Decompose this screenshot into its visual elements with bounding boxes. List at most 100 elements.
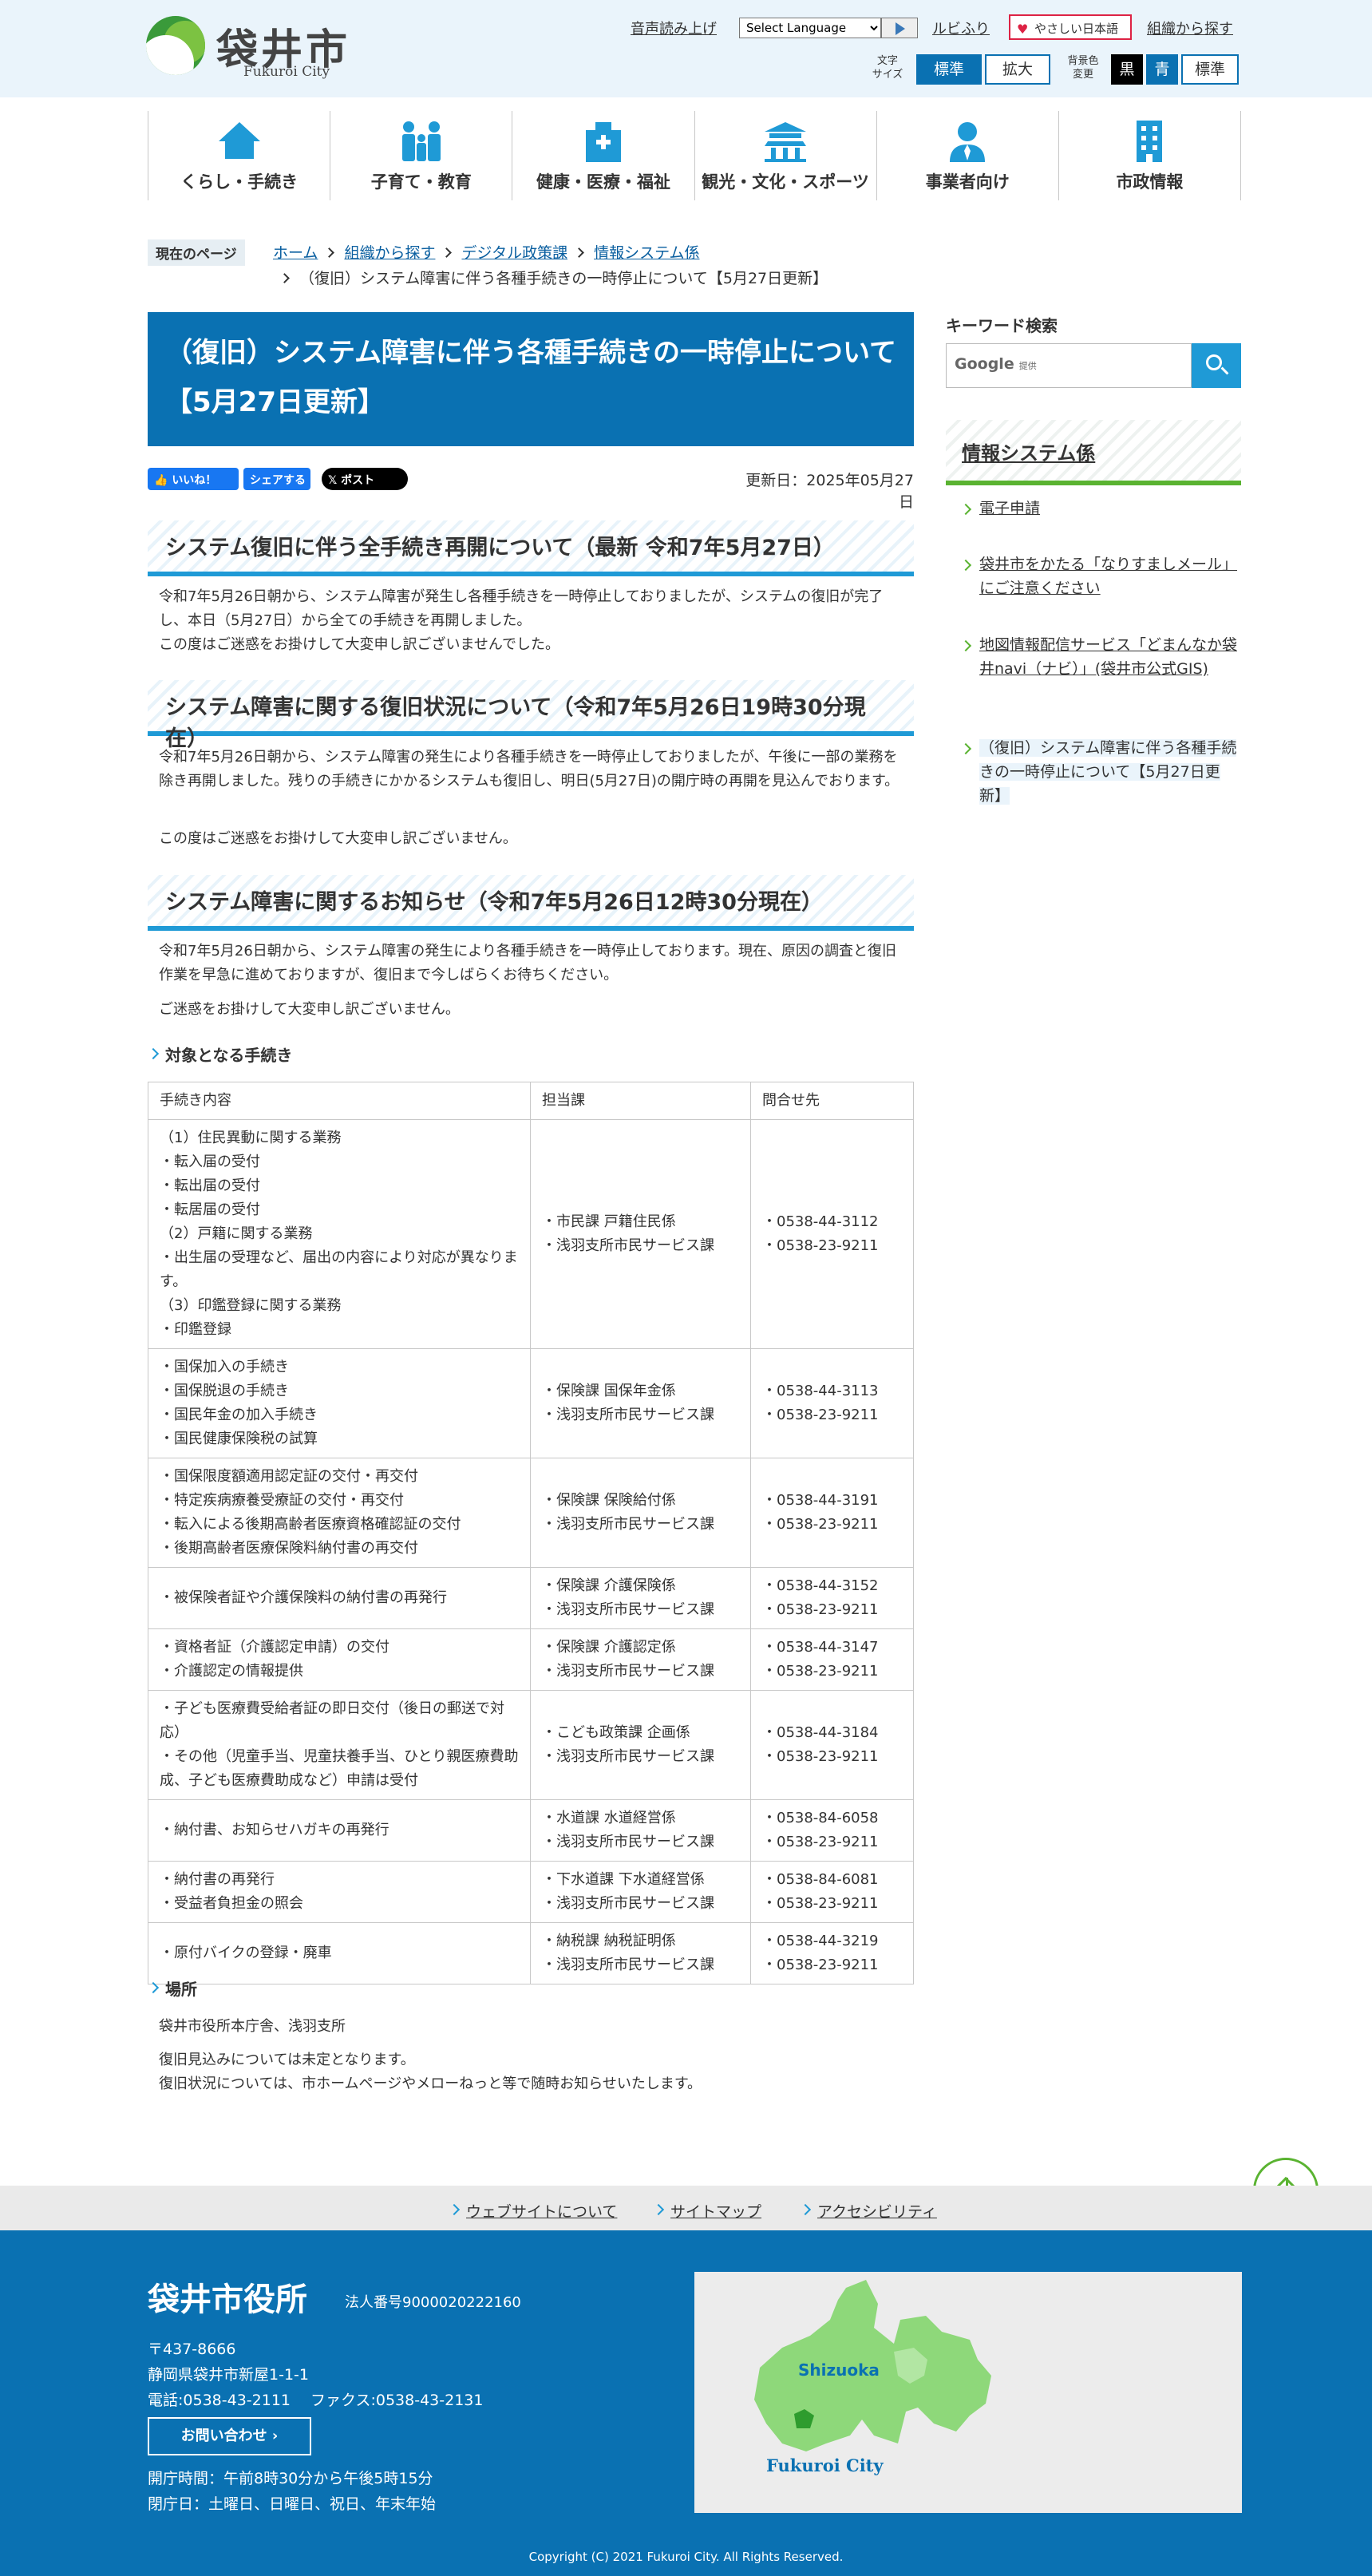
map-city-label: Fukuroi City	[766, 2455, 884, 2475]
ruby-link[interactable]: ルビふり	[932, 18, 990, 38]
breadcrumb-dept[interactable]: デジタル政策課	[461, 244, 567, 262]
table-row: ・国保加入の手続き ・国保脱退の手続き ・国民年金の加入手続き ・国民健康保険税…	[148, 1348, 914, 1458]
nav-item-tourism[interactable]: 観光・文化・スポーツ	[694, 111, 876, 200]
postal-code: 〒437-8666	[148, 2341, 236, 2358]
section-paragraph: 令和7年5月26日朝から、システム障害が発生し各種手続きを一時停止しておりました…	[159, 588, 884, 653]
font-standard-button[interactable]: 標準	[916, 54, 982, 85]
footer-office-name: 袋井市役所	[148, 2281, 307, 2318]
column-header: 問合せ先	[750, 1082, 914, 1120]
businessperson-icon	[950, 122, 986, 162]
section-paragraph: ご迷惑をお掛けして大変申し訳ございません。	[159, 1001, 460, 1018]
language-select[interactable]: Select Language	[739, 18, 881, 38]
location-map: Shizuoka Fukuroi City	[694, 2272, 1242, 2513]
phone-fax: 電話:0538-43-2111 ファクス:0538-43-2131	[148, 2392, 484, 2409]
facebook-share-button[interactable]: シェアする	[243, 468, 310, 490]
chevron-right-icon	[574, 247, 584, 258]
nav-item-cityinfo[interactable]: 市政情報	[1058, 111, 1242, 200]
phone-cell: ・0538-44-3113 ・0538-23-9211	[750, 1348, 914, 1458]
corporate-number: 法人番号9000020222160	[345, 2294, 521, 2311]
procedure-cell: ・被保険者証や介護保険料の納付書の再発行	[148, 1567, 531, 1629]
department-cell: ・水道課 水道経営係 ・浅羽支所市民サービス課	[530, 1799, 751, 1862]
building-icon	[1137, 121, 1163, 162]
footer-link-accessibility[interactable]: アクセシビリティ	[800, 2200, 937, 2222]
chevron-right-icon	[324, 247, 335, 258]
bg-standard-button[interactable]: 標準	[1181, 54, 1239, 85]
phone-cell: ・0538-44-3184 ・0538-23-9211	[750, 1690, 914, 1800]
sidebar-link-current: （復旧）システム障害に伴う各種手続きの一時停止について【5月27日更新】	[962, 736, 1241, 808]
font-size-label: 文字 サイズ	[872, 55, 903, 81]
site-logo[interactable]: 袋井市 Fukuroi City	[146, 14, 354, 83]
voice-readout-link[interactable]: 音声読み上げ	[631, 18, 717, 38]
updated-date: 更新日：2025年05月27日	[745, 472, 914, 511]
nav-item-health[interactable]: 健康・医療・福祉	[512, 111, 694, 200]
nav-label: 事業者向け	[925, 172, 1010, 192]
place-heading: 場所	[148, 1977, 197, 2000]
breadcrumb-section[interactable]: 情報システム係	[594, 244, 699, 262]
procedure-cell: （1）住民異動に関する業務 ・転入届の受付 ・転出届の受付 ・転居届の受付 （2…	[148, 1119, 531, 1349]
language-go-button[interactable]	[881, 18, 918, 38]
department-cell: ・下水道課 下水道経営係 ・浅羽支所市民サービス課	[530, 1861, 751, 1923]
easy-japanese-button[interactable]: ♥ やさしい日本語	[1009, 14, 1132, 40]
nav-item-living[interactable]: くらし・手続き	[148, 111, 330, 200]
phone-cell: ・0538-84-6058 ・0538-23-9211	[750, 1799, 914, 1862]
easy-japanese-label: やさしい日本語	[1034, 22, 1119, 36]
hospital-icon	[585, 122, 621, 162]
provided-label: 提供	[1018, 361, 1037, 371]
department-cell: ・保険課 保険給付係 ・浅羽支所市民サービス課	[530, 1458, 751, 1568]
procedure-cell: ・納付書、お知らせハガキの再発行	[148, 1799, 531, 1862]
site-header: 袋井市 Fukuroi City 音声読み上げ Select Language …	[0, 0, 1372, 97]
breadcrumb-label: 現在のページ	[148, 239, 245, 266]
search-button[interactable]	[1192, 343, 1241, 388]
table-row: ・国保限度額適用認定証の交付・再交付 ・特定疾病療養受療証の交付・再交付 ・転入…	[148, 1458, 914, 1568]
footer-link-about[interactable]: ウェブサイトについて	[449, 2200, 617, 2222]
sidebar-link-text[interactable]: 袋井市をかたる「なりすましメール」にご注意ください	[979, 556, 1237, 597]
footer-link-sitemap[interactable]: サイトマップ	[653, 2200, 761, 2222]
phone-cell: ・0538-44-3112 ・0538-23-9211	[750, 1119, 914, 1349]
column-header: 担当課	[530, 1082, 751, 1120]
google-label: Google	[955, 355, 1014, 373]
section-heading: システム復旧に伴う全手続き再開について（最新 令和7年5月27日）	[148, 520, 914, 576]
nav-label: くらし・手続き	[180, 172, 299, 192]
sidebar-section-title[interactable]: 情報システム係	[946, 420, 1241, 485]
nav-item-childcare[interactable]: 子育て・教育	[330, 111, 512, 200]
chevron-right-icon: ›	[271, 2428, 279, 2444]
breadcrumb-home[interactable]: ホーム	[273, 244, 318, 262]
sidebar-link[interactable]: 地図情報配信サービス「どまんなか袋井navi（ナビ）」(袋井市公式GIS)	[962, 633, 1241, 681]
section-paragraph: この度はご迷惑をお掛けして大変申し訳ございません。	[159, 830, 517, 847]
department-cell: ・保険課 介護認定係 ・浅羽支所市民サービス課	[530, 1628, 751, 1691]
search-icon	[1206, 354, 1222, 370]
contact-label: お問い合わせ	[180, 2428, 267, 2444]
search-input[interactable]: Google 提供	[946, 343, 1192, 388]
font-large-button[interactable]: 拡大	[985, 54, 1050, 85]
org-search-link[interactable]: 組織から探す	[1147, 18, 1233, 38]
place-text: 袋井市役所本庁舎、浅羽支所	[159, 2018, 346, 2035]
sidebar-link[interactable]: 袋井市をかたる「なりすましメール」にご注意ください	[962, 552, 1241, 600]
breadcrumb-current: （復旧）システム障害に伴う各種手続きの一時停止について【5月27日更新】	[299, 270, 828, 287]
copyright: Copyright (C) 2021 Fukuroi City. All Rig…	[528, 2550, 844, 2564]
sidebar-link-text[interactable]: 電子申請	[979, 500, 1040, 517]
chevron-right-icon	[279, 273, 290, 283]
breadcrumb-org[interactable]: 組織から探す	[344, 244, 435, 262]
sidebar-link-text[interactable]: 地図情報配信サービス「どまんなか袋井navi（ナビ）」(袋井市公式GIS)	[979, 636, 1237, 678]
x-post-button[interactable]: 𝕏 ポスト	[322, 468, 408, 490]
nav-item-business[interactable]: 事業者向け	[876, 111, 1058, 200]
post-label: ポスト	[341, 474, 375, 487]
map-prefecture-label: Shizuoka	[798, 2360, 880, 2380]
bg-blue-button[interactable]: 青	[1146, 54, 1178, 85]
keyword-search-label: キーワード検索	[946, 316, 1058, 335]
nav-label: 観光・文化・スポーツ	[702, 172, 869, 192]
breadcrumb: ホーム 組織から探す デジタル政策課 情報システム係	[273, 241, 700, 263]
bg-black-button[interactable]: 黒	[1111, 54, 1143, 85]
closed-days: 閉庁日：土曜日、日曜日、祝日、年末年始	[148, 2495, 437, 2513]
facebook-like-button[interactable]: 👍 いいね！	[148, 468, 239, 490]
sidebar-current-text: （復旧）システム障害に伴う各種手続きの一時停止について【5月27日更新】	[979, 739, 1237, 805]
contact-button[interactable]: お問い合わせ ›	[148, 2417, 311, 2455]
procedure-cell: ・納付書の再発行 ・受益者負担金の照会	[148, 1861, 531, 1923]
footer-links-bar: ウェブサイトについて サイトマップ アクセシビリティ	[0, 2186, 1372, 2230]
phone-cell: ・0538-44-3219 ・0538-23-9211	[750, 1922, 914, 1984]
temple-icon	[765, 122, 807, 162]
breadcrumb-current-row: （復旧）システム障害に伴う各種手続きの一時停止について【5月27日更新】	[273, 267, 828, 288]
sidebar-link[interactable]: 電子申請	[962, 497, 1241, 520]
address: 静岡県袋井市新屋1-1-1	[148, 2366, 309, 2384]
department-cell: ・市民課 戸籍住民係 ・浅羽支所市民サービス課	[530, 1119, 751, 1349]
